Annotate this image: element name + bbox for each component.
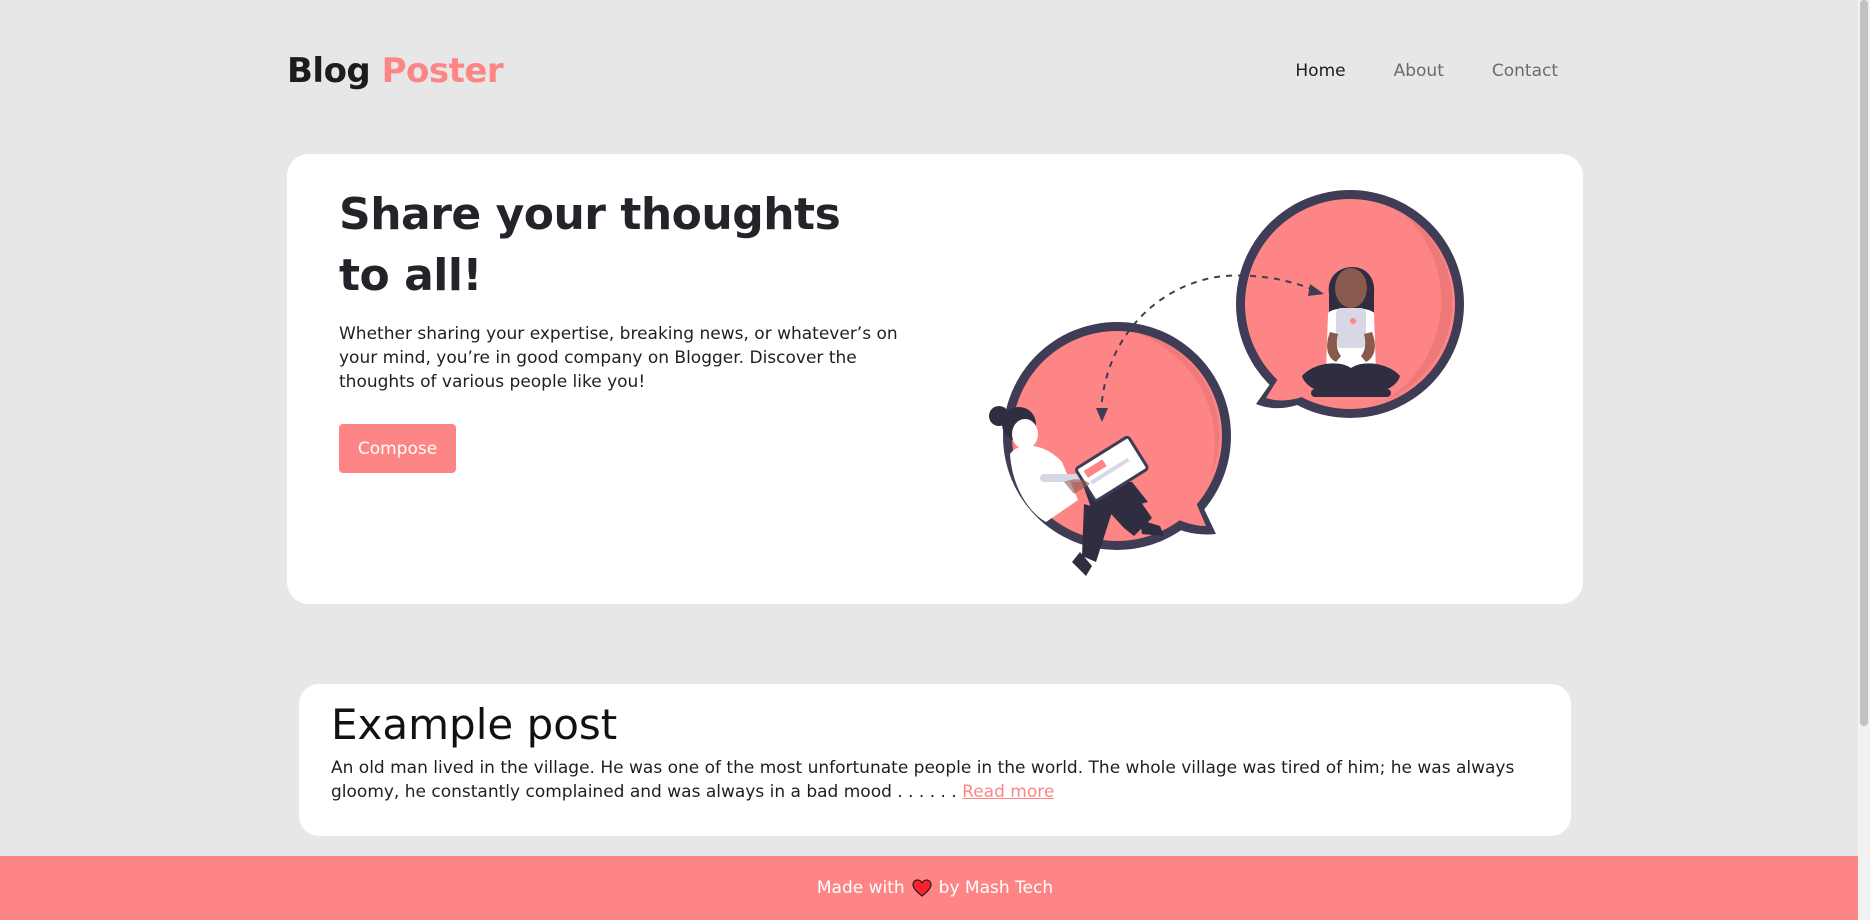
footer-made-with: Made with <box>816 878 905 898</box>
nav-link-about[interactable]: About <box>1394 61 1444 81</box>
read-more-link[interactable]: Read more <box>962 782 1054 802</box>
post-title: Example post <box>331 700 618 749</box>
chat-bubbles-illustration <box>989 190 1464 576</box>
hero-description: Whether sharing your expertise, breaking… <box>339 324 898 392</box>
page-scrollbar[interactable] <box>1858 0 1870 920</box>
hero-title-line-1: Share your thoughts <box>339 189 841 240</box>
heart-icon <box>912 879 932 897</box>
hero-card: Share your thoughts to all! Whether shar… <box>287 154 1583 604</box>
nav-link-home[interactable]: Home <box>1295 61 1345 81</box>
post-card: Example post An old man lived in the vil… <box>299 684 1571 836</box>
brand-word-poster: Poster <box>381 51 504 91</box>
hero-title-line-2: to all! <box>339 250 483 301</box>
brand-word-blog: Blog <box>287 51 371 91</box>
brand-logo[interactable]: Blog Poster <box>287 51 504 91</box>
site-footer: Made with by Mash Tech <box>0 856 1870 920</box>
site-header: Blog Poster Home About Contact <box>287 48 1561 94</box>
scrollbar-thumb[interactable] <box>1860 0 1868 726</box>
post-excerpt-text: An old man lived in the village. He was … <box>331 758 1515 802</box>
hero-title: Share your thoughts to all! <box>339 184 841 306</box>
footer-credit: by Mash Tech <box>938 878 1054 898</box>
post-excerpt: An old man lived in the village. He was … <box>331 756 1541 804</box>
compose-button[interactable]: Compose <box>339 424 456 473</box>
main-nav: Home About Contact <box>1295 61 1558 81</box>
nav-link-contact[interactable]: Contact <box>1492 61 1558 81</box>
